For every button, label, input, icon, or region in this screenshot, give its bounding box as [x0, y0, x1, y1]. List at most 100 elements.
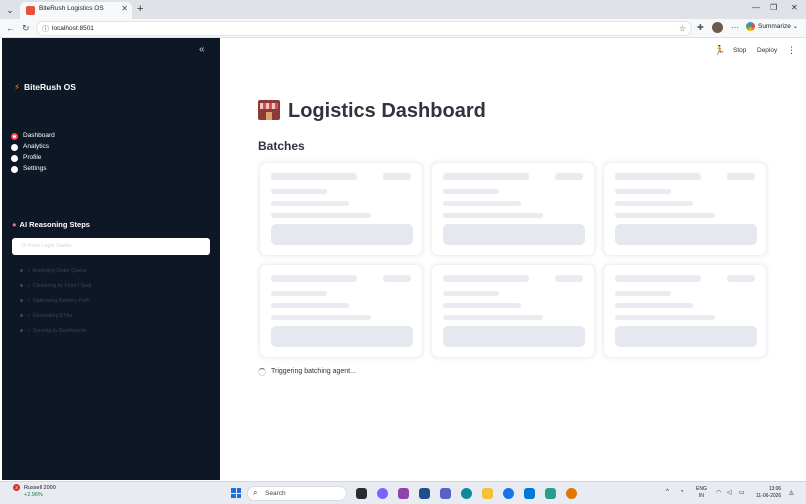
tab-title: BiteRush Logistics OS: [39, 5, 104, 12]
nav-radio-dashboard[interactable]: Dashboard: [11, 132, 191, 143]
search-icon: ⌕: [253, 488, 258, 497]
deploy-button[interactable]: Deploy: [757, 47, 777, 54]
nav-radio-analytics[interactable]: Analytics: [11, 143, 191, 154]
calculator-icon[interactable]: [545, 488, 556, 499]
skeleton-bar: [443, 189, 499, 194]
page-title-text: Logistics Dashboard: [288, 100, 486, 122]
summarize-icon: [746, 22, 755, 31]
nav-label-dashboard: Dashboard: [23, 132, 55, 139]
reasoning-step: ✓ Syncing to Dashboards: [20, 328, 86, 334]
browser-address-bar: ← ↻ ⓘ localhost:8501 ☆ ✚ ⋯: [0, 19, 806, 38]
nav-label-profile: Profile: [23, 154, 42, 161]
skeleton-bar: [615, 275, 701, 282]
browser-tab[interactable]: BiteRush Logistics OS ✕: [20, 2, 132, 19]
os-taskbar: 3 Russell 2000 +2.96% ⌕ Search ^ ◔ ENG I…: [0, 481, 806, 504]
summarize-label: Summarize: [758, 23, 791, 31]
skeleton-bar: [383, 173, 411, 180]
sidebar: « ⚡ BiteRush OS Dashboard Analytics Profi…: [2, 38, 220, 480]
main-menu-icon[interactable]: ⋮: [787, 45, 796, 56]
stop-button[interactable]: Stop: [733, 47, 746, 54]
reasoning-step-text: ✓ Syncing to Dashboards: [27, 328, 87, 334]
browser-menu-icon[interactable]: ⋯: [731, 23, 739, 32]
batch-card-skeleton: [259, 162, 423, 256]
batch-card-skeleton: [431, 264, 595, 358]
stock-name: Russell 2000: [24, 485, 56, 491]
lang-top: ENG: [696, 486, 707, 492]
skeleton-bar: [443, 303, 521, 308]
reasoning-step: ✓ Clustering by Floor / Seat: [20, 283, 91, 289]
store-icon[interactable]: [419, 488, 430, 499]
skeleton-bar: [615, 173, 701, 180]
url-text[interactable]: localhost:8501: [52, 25, 94, 32]
page-title: Logistics Dashboard: [258, 100, 486, 123]
lang-bottom: IN: [698, 492, 704, 499]
notification-bell-icon[interactable]: ◬: [789, 489, 794, 496]
reasoning-step-text: ✓ Clustering by Floor / Seat: [27, 283, 92, 289]
clock[interactable]: 13:06 11-06-2026: [756, 486, 781, 499]
teams-icon[interactable]: [440, 488, 451, 499]
chrome-icon[interactable]: [503, 488, 514, 499]
skeleton-bar: [443, 213, 543, 218]
nav-radio-profile[interactable]: Profile: [11, 154, 191, 165]
reasoning-step-text: ✓ Optimizing Delivery Path: [27, 298, 90, 304]
reasoning-step: ✓ Generating ETAs: [20, 313, 72, 319]
skeleton-bar: [555, 173, 583, 180]
skeleton-bar: [443, 173, 529, 180]
skeleton-bar: [443, 291, 499, 296]
skeleton-bar: [383, 275, 411, 282]
tray-overflow-icon[interactable]: ^: [666, 489, 669, 495]
brand-name: BiteRush OS: [23, 82, 76, 92]
skeleton-bar: [271, 315, 371, 320]
bookmark-star-icon[interactable]: ☆: [679, 24, 686, 33]
notification-badge: 3: [13, 484, 20, 491]
lightning-icon: ⚡: [14, 82, 20, 92]
language-indicator[interactable]: ENG IN: [696, 486, 707, 499]
browser-tab-bar: ⌄ BiteRush Logistics OS ✕ + — ❐ ✕: [0, 0, 806, 19]
bullet-icon: [20, 314, 23, 318]
taskbar-search[interactable]: ⌕ Search: [247, 486, 347, 501]
collapse-sidebar-icon[interactable]: «: [199, 44, 205, 55]
skeleton-bar: [615, 315, 715, 320]
batch-card-skeleton: [603, 162, 767, 256]
task-view-icon[interactable]: [356, 488, 367, 499]
visual-studio-icon[interactable]: [398, 488, 409, 499]
chrome-profile-icon[interactable]: [566, 488, 577, 499]
url-bar[interactable]: ⓘ localhost:8501 ☆: [36, 21, 692, 36]
windows-start-icon[interactable]: [231, 488, 241, 498]
reasoning-status-box: ⟳ Flow Logic Stable: [12, 238, 210, 255]
skeleton-block: [615, 224, 757, 245]
skeleton-block: [443, 326, 585, 347]
extensions-icon[interactable]: ✚: [697, 23, 704, 32]
vscode-icon[interactable]: [524, 488, 535, 499]
restore-button[interactable]: ❐: [770, 3, 777, 12]
skeleton-bar: [615, 201, 693, 206]
nav-radio-settings[interactable]: Settings: [11, 165, 191, 176]
new-tab-button[interactable]: +: [137, 3, 143, 15]
tab-list-icon[interactable]: ⌄: [4, 4, 16, 16]
copilot-icon[interactable]: [377, 488, 388, 499]
stock-widget[interactable]: 3 Russell 2000 +2.96%: [10, 484, 56, 499]
tray-app-icon[interactable]: ◔: [680, 489, 684, 495]
wifi-icon[interactable]: ◠: [716, 489, 721, 496]
bullet-icon: [20, 329, 23, 333]
skeleton-block: [615, 326, 757, 347]
skeleton-bar: [727, 173, 755, 180]
stock-change: +2.96%: [24, 492, 43, 498]
radio-selected-icon: [11, 133, 18, 140]
nav-label-analytics: Analytics: [23, 143, 50, 150]
site-info-icon[interactable]: ⓘ: [42, 24, 49, 34]
profile-avatar[interactable]: [712, 22, 723, 33]
file-explorer-icon[interactable]: [482, 488, 493, 499]
reload-icon[interactable]: ↻: [22, 23, 30, 34]
back-icon[interactable]: ←: [6, 23, 15, 33]
tab-close-icon[interactable]: ✕: [121, 4, 128, 13]
volume-icon[interactable]: ◁: [727, 489, 732, 496]
edge-icon[interactable]: [461, 488, 472, 499]
reasoning-step: ✓ Optimizing Delivery Path: [20, 298, 90, 304]
reasoning-step-text: ✓ Generating ETAs: [27, 313, 73, 319]
minimize-button[interactable]: —: [752, 3, 760, 12]
summarize-button[interactable]: Summarize ⌄: [746, 22, 798, 34]
skeleton-bar: [443, 275, 529, 282]
battery-icon[interactable]: ▭: [739, 489, 745, 496]
window-close-button[interactable]: ✕: [791, 3, 798, 12]
